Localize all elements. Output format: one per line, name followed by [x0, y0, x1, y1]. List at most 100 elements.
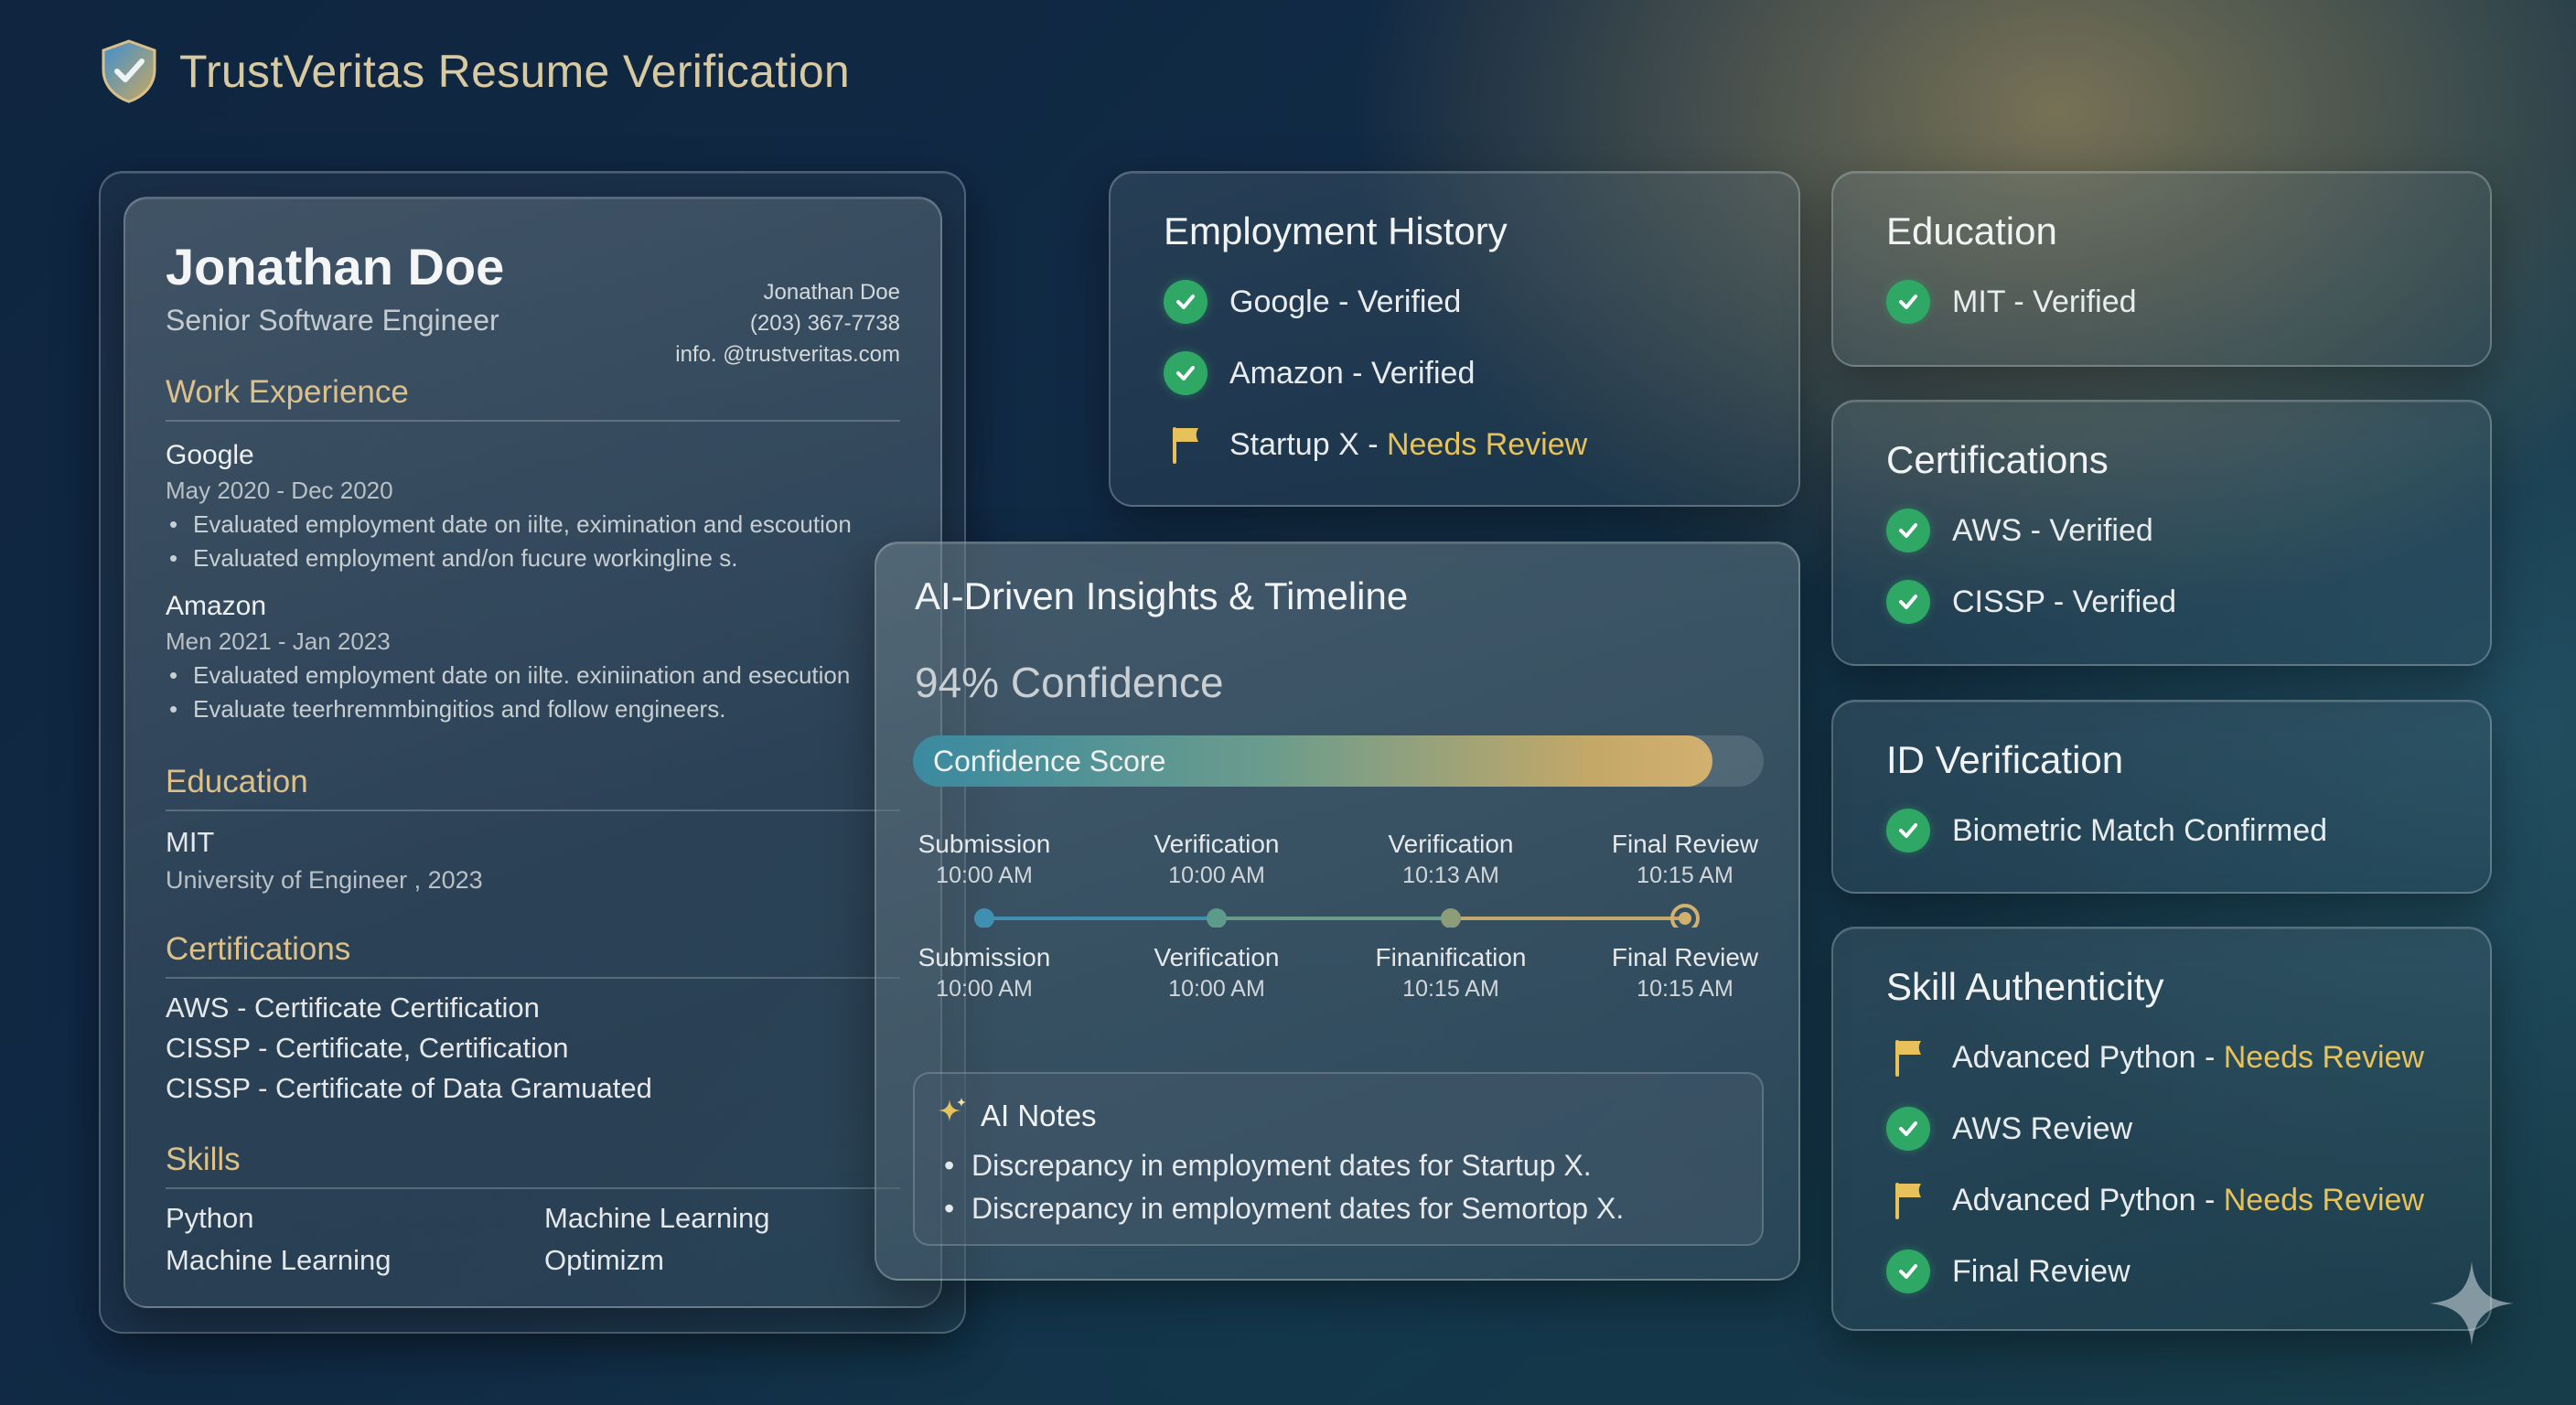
education-heading: Education — [166, 764, 900, 811]
item-text: Amazon - Verified — [1229, 355, 1476, 391]
needs-review-item[interactable]: Advanced Python - Needs Review — [1886, 1177, 2463, 1223]
timeline-node[interactable] — [1441, 908, 1461, 928]
timeline-node[interactable] — [974, 908, 994, 928]
timeline-step-top: Final Review 10:15 AM — [1584, 829, 1786, 891]
skill-item: Machine Learning — [166, 1244, 392, 1276]
timeline-step-bottom: Final Review 10:15 AM — [1584, 942, 1786, 1004]
check-circle-icon — [1164, 351, 1208, 395]
item-text: AWS - Verified — [1952, 512, 2153, 548]
timeline-step-bottom: Verification 10:00 AM — [1116, 942, 1317, 1004]
item-text: CISSP - Verified — [1952, 584, 2177, 619]
timeline-step-bottom: Submission 10:00 AM — [884, 942, 1085, 1004]
item-text: MIT - Verified — [1952, 284, 2137, 319]
item-text: Startup X - — [1229, 426, 1387, 462]
job-dates: Men 2021 - Jan 2023 — [166, 627, 391, 655]
timeline-step-time: 10:15 AM — [1637, 976, 1733, 1002]
ai-notes-list: Discrepancy in employment dates for Star… — [942, 1149, 1624, 1235]
contact-name: Jonathan Doe — [763, 280, 900, 305]
timeline-step-bottom: Finanification 10:15 AM — [1350, 942, 1551, 1004]
contact-phone: (203) 367-7738 — [749, 311, 900, 336]
ai-note-item: Discrepancy in employment dates for Semo… — [942, 1192, 1624, 1226]
timeline-step-time: 10:00 AM — [936, 976, 1033, 1002]
timeline-node-current-dot — [1679, 912, 1691, 925]
resume-document: Jonathan Doe Senior Software Engineer Jo… — [123, 197, 942, 1308]
job-bullet: Evaluated employment and/on fucure worki… — [166, 544, 900, 573]
skills-heading: Skills — [166, 1142, 900, 1189]
decorative-sparkle-icon — [2426, 1258, 2517, 1354]
check-circle-icon — [1886, 280, 1930, 324]
skill-item: Machine Learning — [544, 1202, 770, 1234]
status-list: Biometric Match Confirmed — [1886, 808, 2463, 853]
check-circle-icon — [1886, 1107, 1930, 1151]
status-list: Google - Verified Amazon - Verified Startu… — [1164, 279, 1771, 467]
card-title: ID Verification — [1886, 738, 2124, 781]
item-label: Final Review — [1952, 1254, 2131, 1290]
shield-check-icon — [99, 38, 159, 104]
ai-insights-card[interactable]: AI-Driven Insights & Timeline 94% Confid… — [875, 542, 1800, 1281]
id-verification-card[interactable]: ID Verification Biometric Match Confirme… — [1831, 700, 2492, 894]
timeline-step-label: Verification — [1154, 830, 1280, 858]
needs-review-label: Needs Review — [2223, 1039, 2424, 1075]
item-text: Advanced Python - — [1952, 1182, 2224, 1217]
needs-review-label: Needs Review — [2223, 1182, 2424, 1217]
ai-note-item: Discrepancy in employment dates for Star… — [942, 1149, 1624, 1183]
ai-notes-title: AI Notes — [981, 1099, 1097, 1132]
item-label: Startup X - Needs Review — [1229, 427, 1587, 463]
skill-item: Optimizm — [544, 1244, 664, 1276]
status-list: Advanced Python - Needs Review AWS Review… — [1886, 1035, 2463, 1294]
item-text: Google - Verified — [1229, 284, 1462, 319]
certification-item: CISSP - Certificate of Data Gramuated — [166, 1072, 652, 1104]
item-label: MIT - Verified — [1952, 284, 2137, 320]
job-dates: May 2020 - Dec 2020 — [166, 477, 393, 504]
timeline-step-top: Verification 10:00 AM — [1116, 829, 1317, 891]
timeline-step-top: Verification 10:13 AM — [1350, 829, 1551, 891]
item-label: Biometric Match Confirmed — [1952, 813, 2327, 849]
timeline-step-label: Finanification — [1375, 943, 1527, 971]
status-list: AWS - Verified CISSP - Verified — [1886, 508, 2463, 625]
verified-item[interactable]: Google - Verified — [1164, 279, 1771, 325]
item-text: Biometric Match Confirmed — [1952, 812, 2328, 848]
verified-item[interactable]: Amazon - Verified — [1164, 350, 1771, 396]
employment-history-card[interactable]: Employment History Google - Verified Amaz… — [1109, 171, 1800, 507]
education-card[interactable]: Education MIT - Verified — [1831, 171, 2492, 367]
job-company: Google — [166, 440, 254, 470]
flag-icon — [1886, 1035, 1930, 1079]
timeline-step-label: Final Review — [1611, 943, 1759, 971]
job-bullet: Evaluated employment date on iilte, exim… — [166, 510, 900, 539]
verified-item[interactable]: AWS - Verified — [1886, 508, 2463, 553]
needs-review-item[interactable]: Advanced Python - Needs Review — [1886, 1035, 2463, 1080]
card-title: Skill Authenticity — [1886, 965, 2164, 1008]
certifications-heading: Certifications — [166, 931, 900, 979]
job-company: Amazon — [166, 591, 267, 621]
needs-review-item[interactable]: Startup X - Needs Review — [1164, 422, 1771, 467]
status-list: MIT - Verified — [1886, 279, 2463, 325]
verified-item[interactable]: Final Review — [1886, 1249, 2463, 1294]
item-text: Final Review — [1952, 1253, 2131, 1289]
skill-authenticity-card[interactable]: Skill Authenticity Advanced Python - Nee… — [1831, 927, 2492, 1331]
work-experience-heading: Work Experience — [166, 374, 900, 422]
item-text: Advanced Python - — [1952, 1039, 2224, 1075]
contact-email: info. @trustveritas.com — [675, 342, 900, 367]
education-school: MIT — [166, 826, 215, 858]
verified-item[interactable]: AWS Review — [1886, 1106, 2463, 1152]
verified-item[interactable]: Biometric Match Confirmed — [1886, 808, 2463, 853]
check-circle-icon — [1886, 809, 1930, 853]
item-label: Advanced Python - Needs Review — [1952, 1040, 2424, 1076]
timeline-step-label: Verification — [1388, 830, 1514, 858]
skills-list: Python Machine Learning Machine Learning… — [166, 1202, 900, 1277]
timeline-step-top: Submission 10:00 AM — [884, 829, 1085, 891]
app-title: TrustVeritas Resume Verification — [179, 46, 851, 97]
timeline-node[interactable] — [1207, 908, 1227, 928]
certification-item: AWS - Certificate Certification — [166, 992, 540, 1024]
timeline-step-time: 10:00 AM — [936, 863, 1033, 888]
item-label: Google - Verified — [1229, 284, 1461, 320]
verified-item[interactable]: CISSP - Verified — [1886, 579, 2463, 625]
timeline-step-time: 10:00 AM — [1168, 976, 1265, 1002]
item-label: Amazon - Verified — [1229, 356, 1475, 391]
timeline-step-label: Submission — [918, 943, 1051, 971]
verified-item[interactable]: MIT - Verified — [1886, 279, 2463, 325]
skill-item: Python — [166, 1202, 254, 1234]
timeline-step-time: 10:15 AM — [1402, 976, 1499, 1002]
flag-icon — [1886, 1178, 1930, 1222]
certifications-card[interactable]: Certifications AWS - Verified CISSP - Ver… — [1831, 400, 2492, 666]
